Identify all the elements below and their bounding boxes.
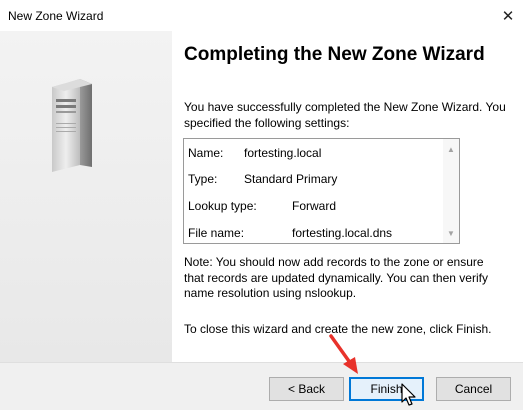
close-button[interactable]: ✕ [493,0,523,31]
page-title: Completing the New Zone Wizard [184,44,485,65]
intro-line: You have successfully completed the New … [184,100,506,114]
setting-label: Type: [188,172,218,186]
wizard-side-panel [0,31,172,362]
setting-label: File name: [188,226,245,240]
note-line: Note: You should now add records to the … [184,255,484,269]
server-icon [52,79,92,172]
back-button[interactable]: < Back [269,377,344,401]
vertical-scrollbar[interactable]: ▲ ▼ [443,139,459,243]
setting-value: fortesting.local.dns [292,226,393,240]
red-arrow-icon [329,334,358,374]
window-title: New Zone Wizard [8,9,104,23]
cancel-button[interactable]: Cancel [436,377,511,401]
scroll-down-arrow-icon[interactable]: ▼ [443,225,459,241]
setting-value: Standard Primary [244,172,338,186]
close-icon: ✕ [501,7,515,25]
setting-label: Name: [188,146,224,160]
setting-value: fortesting.local [244,146,322,160]
intro-text: You have successfully completed the New … [184,99,514,131]
note-line: name resolution using nslookup. [184,286,357,300]
note-line: that records are updated dynamically. Yo… [184,270,488,285]
title-bar: New Zone Wizard ✕ [0,0,523,31]
intro-line: specified the following settings: [184,116,350,130]
scroll-up-arrow-icon[interactable]: ▲ [443,141,459,157]
setting-value: Forward [292,199,337,213]
note-text: Note: You should now add records to the … [184,255,514,302]
settings-summary-box[interactable]: Name: fortesting.local Type: Standard Pr… [183,138,460,244]
setting-label: Lookup type: [188,199,257,213]
mouse-pointer-icon [401,383,416,406]
